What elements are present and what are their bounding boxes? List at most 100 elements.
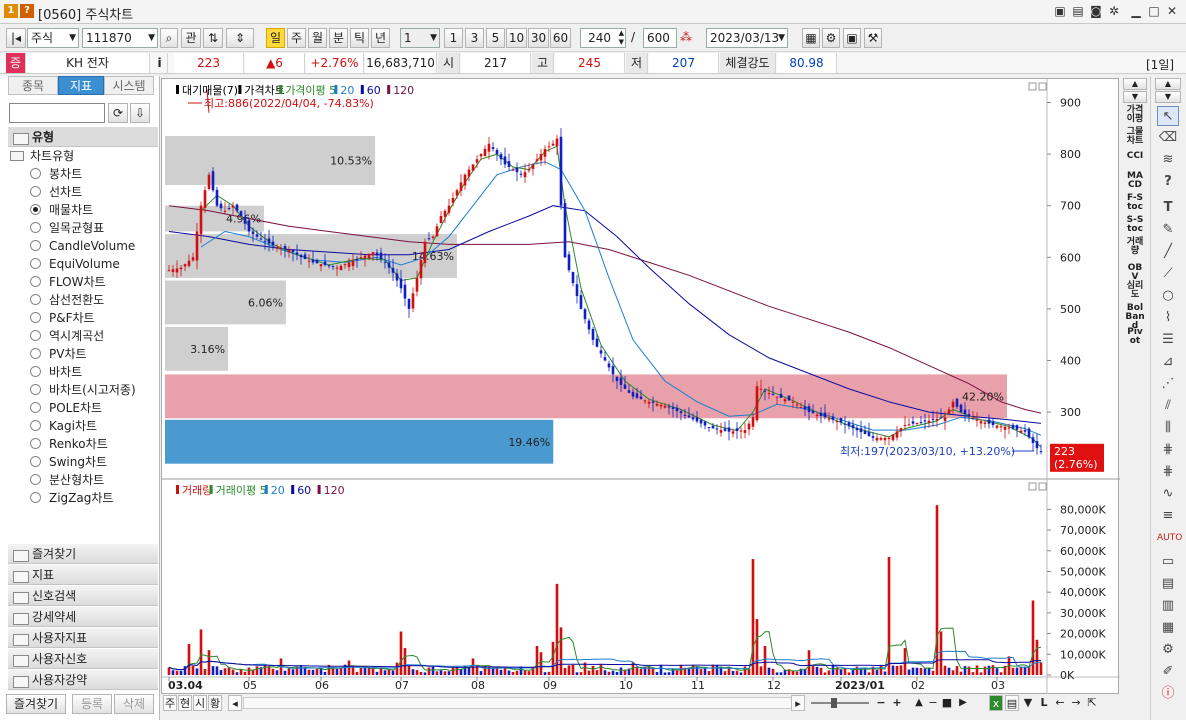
fibo-icon[interactable]: ☰: [1157, 330, 1179, 350]
chart-settings-icon[interactable]: ▦: [802, 28, 820, 48]
folder-item[interactable]: 사용자지표: [8, 628, 158, 648]
link-icon[interactable]: ▣: [1052, 3, 1068, 19]
chart-type-item[interactable]: 삼선전환도: [30, 291, 104, 309]
spin-icon[interactable]: ▲ ▼: [619, 29, 624, 47]
chart-area[interactable]: 10.53% 4.96% 14.63% 6.06% 3.16% 42.20% 19.46% 최…: [161, 78, 1120, 695]
doc-icon[interactable]: ▤: [1070, 3, 1086, 19]
folder-item[interactable]: 사용자신호: [8, 649, 158, 669]
period-button[interactable]: 틱: [350, 28, 369, 48]
chart-type-item[interactable]: 일목균형표: [30, 219, 104, 237]
indicator-shortcut[interactable]: 그물차트: [1121, 128, 1149, 146]
quick-count-button[interactable]: 30: [528, 28, 549, 48]
level-icon[interactable]: ≡: [1157, 506, 1179, 526]
collapse-down-icon[interactable]: ▼: [1123, 91, 1147, 103]
report-icon[interactable]: ▤: [1157, 574, 1179, 594]
indicator-shortcut[interactable]: 심리도: [1121, 282, 1149, 300]
window-icon[interactable]: ▭: [1157, 552, 1179, 572]
scrollbar-track[interactable]: [243, 697, 804, 709]
radio-icon[interactable]: [30, 402, 41, 413]
indicator-shortcut[interactable]: OBV: [1121, 264, 1149, 282]
l-icon[interactable]: L: [1037, 695, 1051, 711]
left-bottom-button[interactable]: 즐겨찾기: [6, 694, 66, 714]
indicator-shortcut[interactable]: 가격이평: [1121, 106, 1149, 124]
folder-item[interactable]: 신호검색: [8, 586, 158, 606]
pencil-icon[interactable]: ✐: [1157, 662, 1179, 682]
chart-type-item[interactable]: EquiVolume: [30, 255, 120, 273]
scroll-up-icon[interactable]: ▲: [913, 695, 925, 711]
radio-icon[interactable]: [30, 222, 41, 233]
chart-type-item[interactable]: PV차트: [30, 345, 87, 363]
indicator-shortcut[interactable]: Pivot: [1121, 328, 1149, 346]
apply-icon[interactable]: ⁂: [678, 28, 694, 48]
info-icon[interactable]: i: [152, 53, 168, 73]
multiplier-select[interactable]: 1 ▼: [400, 28, 440, 48]
indicator-shortcut[interactable]: 거래량: [1121, 238, 1149, 256]
left-bottom-button[interactable]: 등록: [72, 694, 112, 714]
period-button[interactable]: 주: [287, 28, 306, 48]
all-icon[interactable]: ≋: [1157, 150, 1179, 170]
radio-icon[interactable]: [30, 276, 41, 287]
line-icon[interactable]: ╱: [1157, 242, 1179, 262]
indicator-shortcut[interactable]: CCI: [1121, 152, 1149, 161]
radio-icon[interactable]: [30, 348, 41, 359]
scrollbar-thumb[interactable]: [244, 698, 804, 708]
play-icon[interactable]: ▶: [957, 695, 969, 711]
page-icon[interactable]: ▤: [1005, 695, 1019, 711]
chart-type-item[interactable]: 선차트: [30, 183, 82, 201]
scroll-left-icon[interactable]: ◂: [228, 695, 242, 711]
exit-icon[interactable]: ⇱: [1085, 695, 1099, 711]
radio-icon[interactable]: [30, 384, 41, 395]
eraser-icon[interactable]: ⌫: [1157, 128, 1179, 148]
wave-icon[interactable]: ∿: [1157, 484, 1179, 504]
chart-type-item[interactable]: CandleVolume: [30, 237, 135, 255]
tab-indicators[interactable]: 지표: [58, 76, 104, 95]
quick-count-button[interactable]: 1: [444, 28, 463, 48]
tab-system[interactable]: 시스템: [104, 76, 154, 95]
arrow-down-icon[interactable]: ▼: [1021, 695, 1035, 711]
tools-icon[interactable]: ⚒: [864, 28, 882, 48]
swap-icon[interactable]: ⇅: [203, 28, 223, 48]
bar-chart-icon[interactable]: ▥: [1157, 596, 1179, 616]
folder-item[interactable]: 강세약세: [8, 607, 158, 627]
stop-icon[interactable]: ■: [941, 695, 953, 711]
grid-tool-icon[interactable]: ⋕: [1157, 440, 1179, 460]
minimize-icon[interactable]: ▁: [1128, 3, 1144, 19]
excel-icon[interactable]: x: [989, 695, 1003, 711]
radio-icon[interactable]: [30, 168, 41, 179]
zoom-minus-button[interactable]: −: [873, 695, 889, 711]
chart-type-item[interactable]: P&F차트: [30, 309, 95, 327]
period-button[interactable]: 분: [329, 28, 348, 48]
chart-type-item[interactable]: POLE차트: [30, 399, 102, 417]
scroll-right-icon[interactable]: ▸: [791, 695, 805, 711]
group-header[interactable]: 유형: [8, 127, 158, 147]
brush-icon[interactable]: ✎: [1157, 220, 1179, 240]
quick-panel-button[interactable]: 현: [178, 695, 192, 711]
trend-line-icon[interactable]: ⟋: [1157, 264, 1179, 284]
quick-panel-button[interactable]: 시: [193, 695, 207, 711]
left-bottom-button[interactable]: 삭제: [114, 694, 154, 714]
quick-panel-button[interactable]: 황: [208, 695, 222, 711]
gear-icon[interactable]: ⚙: [822, 28, 840, 48]
chart-type-item[interactable]: Swing차트: [30, 453, 107, 471]
radio-icon[interactable]: [30, 186, 41, 197]
parallel-icon[interactable]: ⫽: [1157, 396, 1179, 416]
chart-type-item[interactable]: 바차트(시고저종): [30, 381, 136, 399]
search-icon[interactable]: ⌕: [160, 28, 178, 48]
code-input[interactable]: 111870 ▼: [82, 28, 158, 48]
gann-icon[interactable]: ⊿: [1157, 352, 1179, 372]
period-button[interactable]: 일: [266, 28, 285, 48]
chart-type-item[interactable]: ZigZag차트: [30, 489, 113, 507]
wrench-icon[interactable]: ⚙: [1157, 640, 1179, 660]
save-icon[interactable]: ▣: [843, 28, 861, 48]
window-num-icon[interactable]: 1: [4, 4, 18, 18]
cycle-icon[interactable]: ⌇: [1157, 308, 1179, 328]
view-count-input[interactable]: 240 ▲ ▼: [580, 28, 626, 48]
indicator-shortcut[interactable]: S-Stoc: [1121, 216, 1149, 234]
zoom-plus-button[interactable]: +: [889, 695, 905, 711]
chart-type-item[interactable]: 봉차트: [30, 165, 82, 183]
maximize-icon[interactable]: □: [1146, 3, 1162, 19]
quick-count-button[interactable]: 3: [465, 28, 484, 48]
refresh-icon[interactable]: ⟳: [108, 103, 128, 123]
tab-stocks[interactable]: 종목: [8, 76, 58, 95]
period-button[interactable]: 월: [308, 28, 327, 48]
